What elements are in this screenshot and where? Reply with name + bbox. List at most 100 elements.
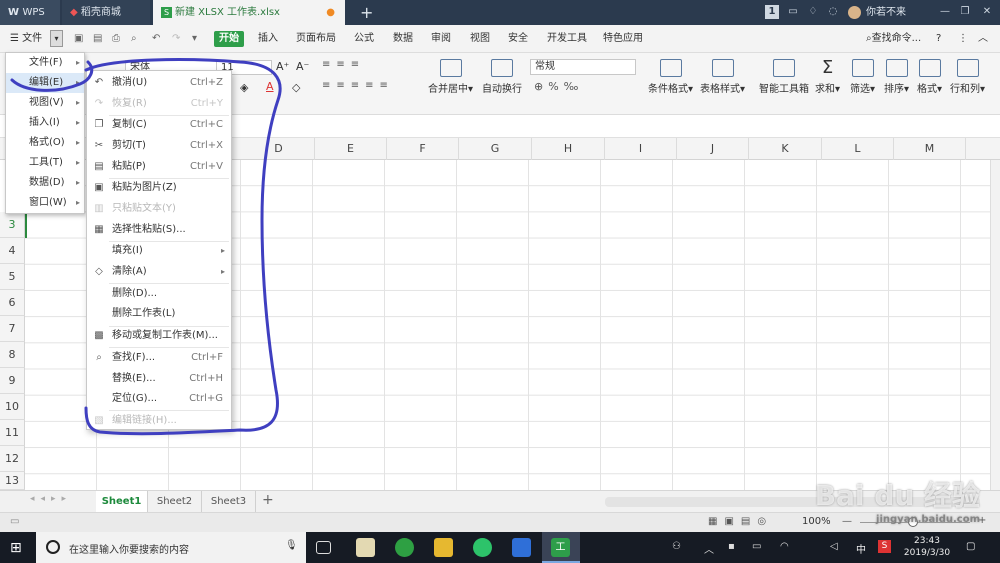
filter-button[interactable]: 筛选▾ <box>850 59 875 95</box>
task-view-icon[interactable] <box>316 541 331 554</box>
column-header[interactable]: J <box>677 138 749 160</box>
people-icon[interactable]: ⚇ <box>672 541 681 552</box>
edit-menu-item[interactable]: 删除(D)... <box>87 284 231 304</box>
minimize-icon[interactable]: — <box>938 5 952 19</box>
clear-format-icon[interactable]: ◇ <box>292 81 300 94</box>
wrap-text-button[interactable]: 自动换行 <box>482 59 522 95</box>
edit-menu-item[interactable]: ▦ 选择性粘贴(S)... <box>87 220 231 240</box>
column-header[interactable]: F <box>387 138 459 160</box>
user-name[interactable]: 你若不来 <box>866 0 906 25</box>
edit-menu-item[interactable]: ▤ 粘贴(P) Ctrl+V <box>87 157 231 177</box>
file-menu-item[interactable]: 插入(I) ▸ <box>6 113 84 133</box>
decrease-font-icon[interactable]: A⁻ <box>296 60 309 73</box>
column-header[interactable]: L <box>822 138 894 160</box>
row-header[interactable]: 10 <box>0 394 25 420</box>
number-format-icons[interactable]: ⊕%‰ <box>534 80 583 93</box>
wifi-icon[interactable]: ◠ <box>780 541 789 552</box>
edit-menu-item[interactable]: 定位(G)... Ctrl+G <box>87 389 231 409</box>
sheet-tab-2[interactable]: Sheet2 <box>148 491 202 513</box>
sogou-ime-icon[interactable]: S <box>878 540 891 553</box>
column-header[interactable]: E <box>315 138 387 160</box>
print-preview-icon[interactable]: ⌕ <box>131 25 137 53</box>
number-format-select[interactable]: 常规 <box>530 59 636 75</box>
smart-toolbox-button[interactable]: 智能工具箱 <box>759 59 809 95</box>
row-header[interactable]: 6 <box>0 290 25 316</box>
undo-icon[interactable]: ↶ <box>152 25 160 53</box>
shirt-icon[interactable]: ♢ <box>806 5 820 19</box>
increase-font-icon[interactable]: A⁺ <box>276 60 289 73</box>
edit-menu-item[interactable]: ▩ 移动或复制工作表(M)... <box>87 326 231 346</box>
font-color-icon[interactable]: A <box>266 80 274 93</box>
ime-indicator[interactable]: 中 <box>856 541 866 556</box>
sheet-tab-3[interactable]: Sheet3 <box>202 491 256 513</box>
edit-menu-item[interactable]: 替换(E)... Ctrl+H <box>87 369 231 389</box>
message-icon[interactable]: ◌ <box>826 5 840 19</box>
redo-icon[interactable]: ↷ <box>172 25 180 53</box>
column-header[interactable]: H <box>532 138 605 160</box>
row-header[interactable]: 3 <box>0 212 25 238</box>
tab-start[interactable]: 开始 <box>214 31 244 47</box>
edit-menu-item[interactable]: ✂ 剪切(T) Ctrl+X <box>87 136 231 156</box>
vertical-scrollbar[interactable] <box>990 160 1000 490</box>
wechat-icon[interactable] <box>473 538 492 557</box>
taskbar-search-box[interactable]: 在这里输入你要搜索的内容 🎙 <box>36 532 306 563</box>
sort-button[interactable]: 排序▾ <box>884 59 909 95</box>
file-menu-item[interactable]: 视图(V) ▸ <box>6 93 84 113</box>
row-col-button[interactable]: 行和列▾ <box>950 59 985 95</box>
file-menu-item[interactable]: 编辑(E) ▸ <box>6 73 84 93</box>
row-header[interactable]: 11 <box>0 420 25 446</box>
tab-special[interactable]: 特色应用 <box>603 25 643 53</box>
table-style-button[interactable]: 表格样式▾ <box>700 59 745 95</box>
column-header[interactable]: M <box>894 138 966 160</box>
sum-button[interactable]: Σ 求和▾ <box>815 59 840 96</box>
horizontal-align-icons[interactable]: ≡≡≡≡≡ <box>322 80 402 96</box>
app-green-icon[interactable] <box>395 538 414 557</box>
close-icon[interactable]: ✕ <box>980 5 994 19</box>
fill-color-icon[interactable]: ◈ <box>240 81 248 94</box>
sheet-tab-1[interactable]: Sheet1 <box>96 491 148 513</box>
notification-icon[interactable]: ▢ <box>966 541 975 552</box>
edit-menu-item[interactable]: 删除工作表(L) <box>87 304 231 324</box>
tab-formula[interactable]: 公式 <box>354 25 374 53</box>
column-header[interactable]: G <box>459 138 532 160</box>
tab-security[interactable]: 安全 <box>508 25 528 53</box>
tray-app-icon[interactable]: ▪ <box>728 541 735 552</box>
tab-view[interactable]: 视图 <box>470 25 490 53</box>
tab-developer[interactable]: 开发工具 <box>547 25 587 53</box>
file-menu-item[interactable]: 数据(D) ▸ <box>6 173 84 193</box>
open-icon[interactable]: ▤ <box>93 25 102 53</box>
collapse-ribbon-icon[interactable]: ︿ <box>978 25 988 53</box>
skin-icon[interactable]: ▭ <box>786 5 800 19</box>
save-icon[interactable]: ▣ <box>74 25 83 53</box>
column-header[interactable]: K <box>749 138 822 160</box>
wps-sheets-task[interactable]: 工 <box>542 532 580 563</box>
tab-file[interactable]: S 新建 XLSX 工作表.xlsx ● <box>153 0 345 25</box>
edit-menu-item[interactable]: 填充(I) ▸ <box>87 241 231 261</box>
file-explorer-icon[interactable] <box>434 538 453 557</box>
print-icon[interactable]: ⎙ <box>112 25 120 53</box>
edit-menu-item[interactable]: ◇ 清除(A) ▸ <box>87 262 231 282</box>
file-menu-button[interactable]: ☰ 文件 <box>10 25 42 53</box>
column-header[interactable]: I <box>605 138 677 160</box>
edit-menu-item[interactable]: ↶ 撤消(U) Ctrl+Z <box>87 73 231 93</box>
file-menu-item[interactable]: 格式(O) ▸ <box>6 133 84 153</box>
wps-home-tab[interactable]: W WPS <box>0 0 60 25</box>
tray-chevron-icon[interactable]: ︿ <box>704 541 714 556</box>
row-header[interactable]: 4 <box>0 238 25 264</box>
search-command[interactable]: ⌕查找命令... <box>866 25 921 53</box>
sheet-nav-icons[interactable]: ◂◂▸▸ <box>30 494 72 504</box>
new-tab-button[interactable]: + <box>352 0 373 25</box>
row-header[interactable]: 5 <box>0 264 25 290</box>
tab-store[interactable]: ◆ 稻壳商城 <box>62 0 150 25</box>
menu-dropdown-icon[interactable]: ▾ <box>50 30 63 47</box>
notepad-app-icon[interactable] <box>356 538 375 557</box>
tab-data[interactable]: 数据 <box>393 25 413 53</box>
column-header[interactable]: D <box>243 138 315 160</box>
windows-start-icon[interactable]: ⊞ <box>10 540 22 556</box>
row-header[interactable]: 8 <box>0 342 25 368</box>
more-icon[interactable]: ▾ <box>192 25 197 53</box>
view-mode-icons[interactable]: ▦▣▤◎ <box>708 516 773 527</box>
taskbar-clock[interactable]: 23:43 2019/3/30 <box>902 535 952 559</box>
file-menu-item[interactable]: 窗口(W) ▸ <box>6 193 84 213</box>
conditional-format-button[interactable]: 条件格式▾ <box>648 59 693 95</box>
